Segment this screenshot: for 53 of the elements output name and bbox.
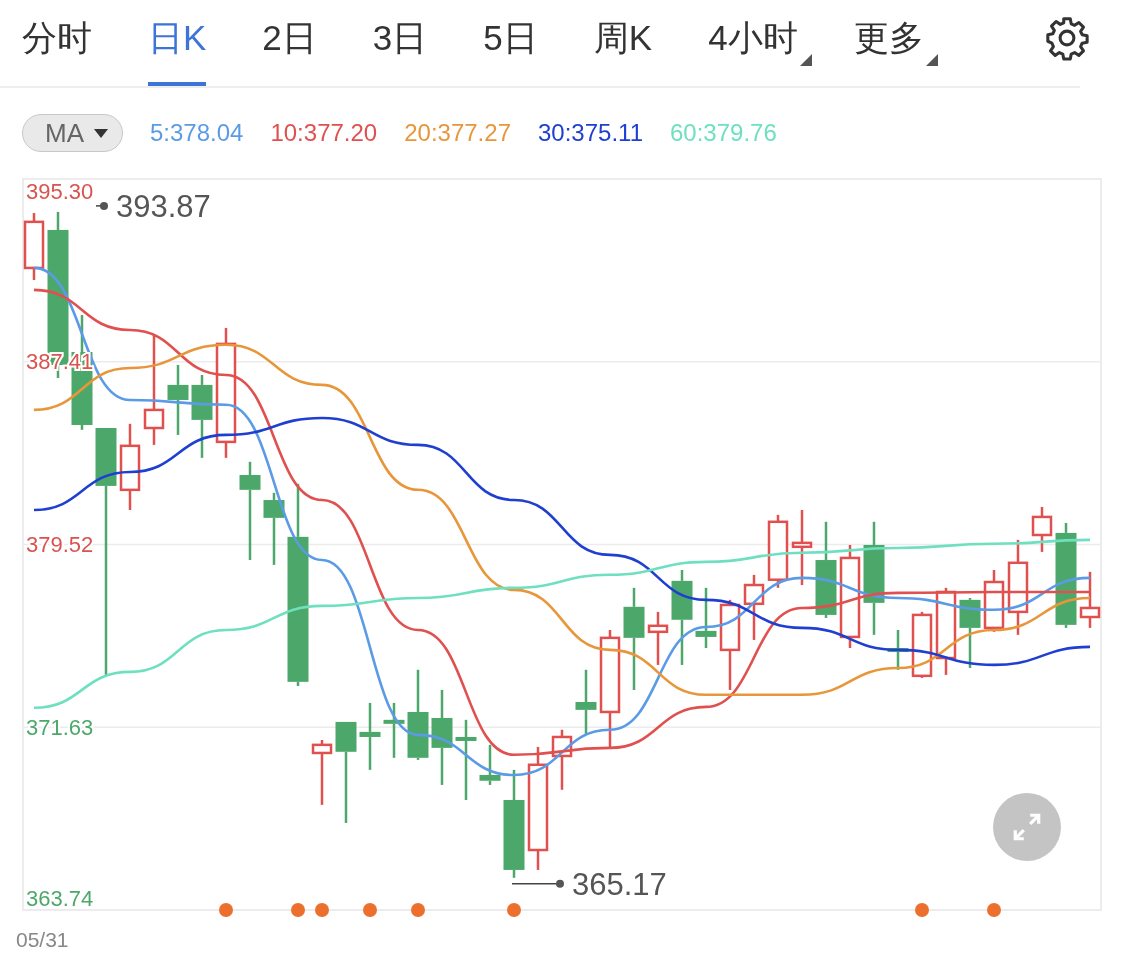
price-axis-label: 379.52 xyxy=(26,532,94,557)
candlestick xyxy=(959,598,981,668)
indicator-dropdown[interactable]: MA xyxy=(22,114,123,152)
period-tab[interactable]: 2日 xyxy=(262,0,317,86)
price-axis-label: 363.74 xyxy=(26,885,94,911)
event-marker xyxy=(315,903,329,917)
caret-icon xyxy=(94,128,108,138)
candlestick xyxy=(575,669,597,735)
candlestick xyxy=(23,213,45,280)
candlestick xyxy=(695,587,717,649)
candlestick xyxy=(551,729,573,790)
corner-triangle-icon xyxy=(799,54,812,66)
moving-average-value: 60:379.76 xyxy=(670,119,777,147)
event-marker xyxy=(219,903,233,917)
candlestick xyxy=(887,629,909,670)
candlestick xyxy=(1031,507,1053,552)
candlestick xyxy=(479,744,501,785)
candlestick xyxy=(743,574,765,640)
event-marker xyxy=(411,903,425,917)
candlestick xyxy=(383,702,405,758)
event-marker xyxy=(363,903,377,917)
period-tab[interactable]: 分时 xyxy=(22,0,92,86)
candlestick xyxy=(911,611,933,678)
period-tab[interactable]: 更多 xyxy=(853,0,938,86)
period-tab[interactable]: 5日 xyxy=(483,0,538,86)
candlestick xyxy=(167,365,189,435)
event-marker xyxy=(915,903,929,917)
leader-line xyxy=(511,879,564,888)
date-label: 05/31 xyxy=(16,928,69,951)
period-tab[interactable]: 3日 xyxy=(372,0,428,86)
low-price-label: 365.17 xyxy=(572,866,667,902)
period-tab[interactable]: 日K xyxy=(148,0,207,86)
candlestick xyxy=(311,740,333,805)
event-marker xyxy=(987,903,1001,917)
period-tab[interactable]: 周K xyxy=(593,0,653,86)
corner-triangle-icon xyxy=(925,54,938,66)
leader-line xyxy=(95,201,108,210)
price-axis-label: 371.63 xyxy=(26,714,94,740)
high-price-label: 393.87 xyxy=(116,188,211,224)
moving-average-value: 5:378.04 xyxy=(150,119,244,147)
candlestick xyxy=(359,702,381,770)
event-marker xyxy=(291,903,305,917)
moving-average-value: 30:375.11 xyxy=(538,119,643,147)
expand-icon xyxy=(1011,811,1043,843)
candlestick xyxy=(1079,571,1101,628)
event-marker xyxy=(507,903,521,917)
settings-icon[interactable] xyxy=(1044,15,1090,61)
moving-average-value: 20:377.27 xyxy=(404,119,511,147)
candlestick xyxy=(983,570,1005,632)
price-axis-label: 395.30 xyxy=(26,178,94,204)
candlestick xyxy=(647,611,669,665)
period-tab[interactable]: 4小时 xyxy=(708,0,812,86)
moving-average-value: 10:377.20 xyxy=(270,119,378,147)
